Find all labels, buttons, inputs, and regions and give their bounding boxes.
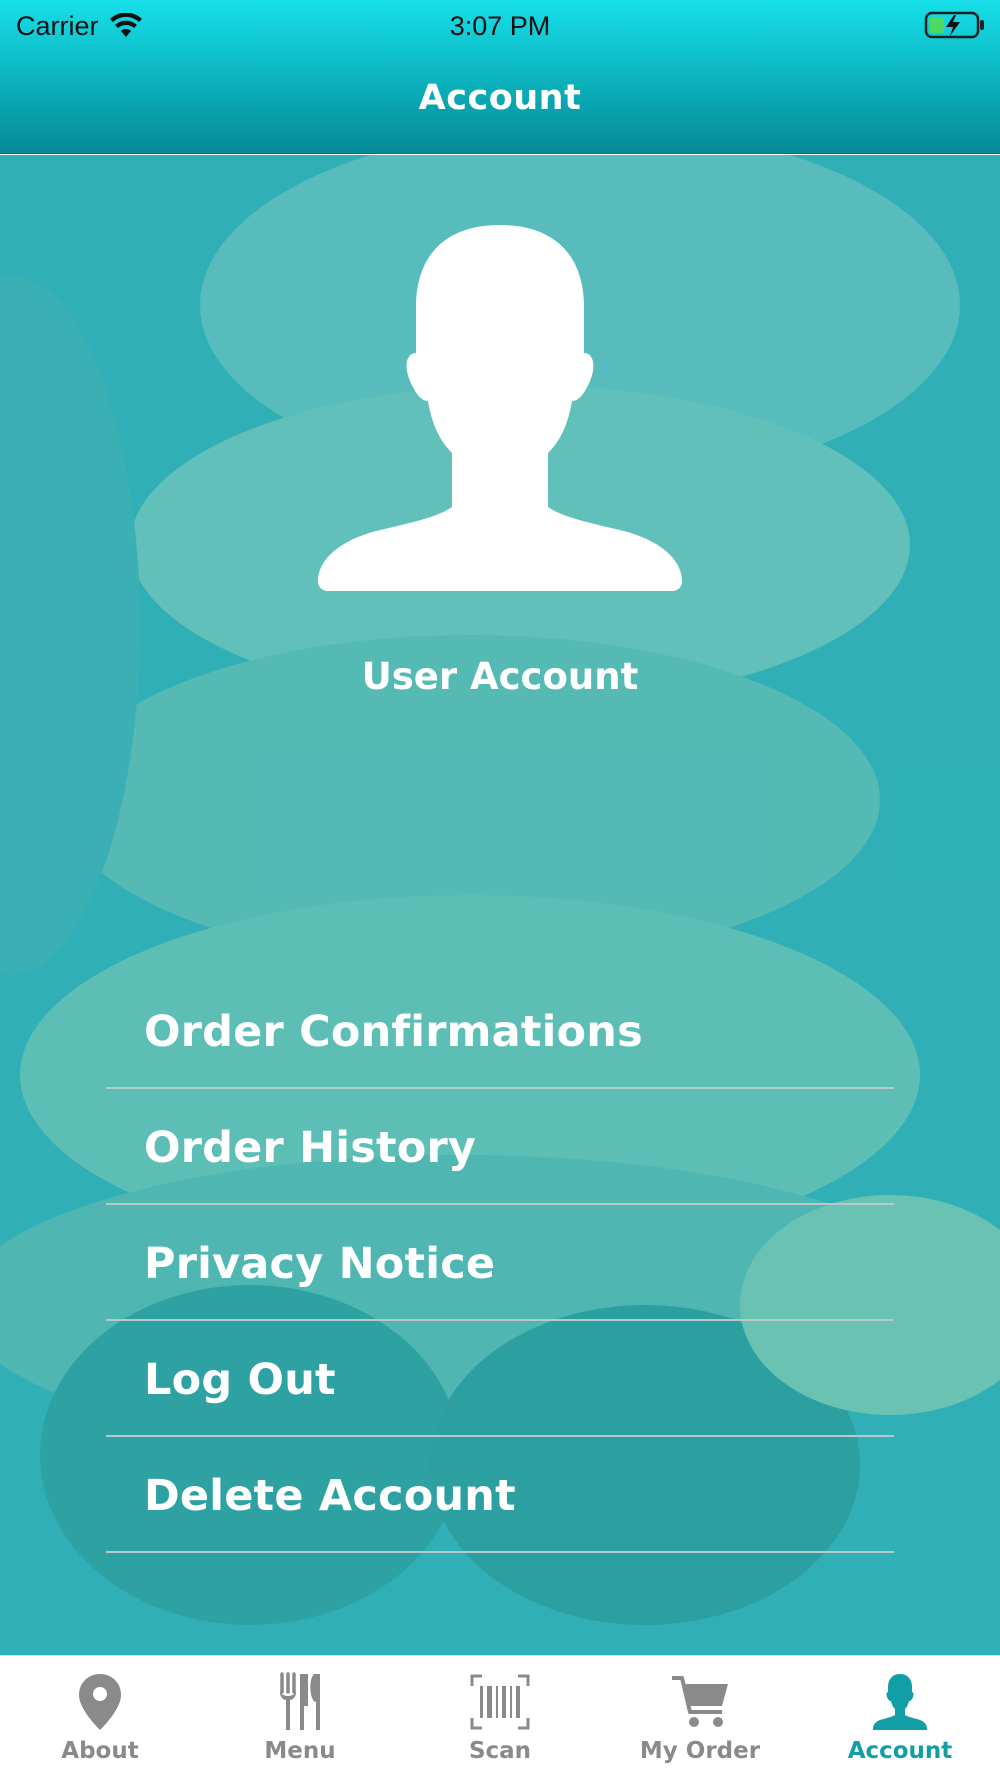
menu-item-label: Order History	[144, 1123, 477, 1173]
menu-item-privacy-notice[interactable]: Privacy Notice	[106, 1205, 894, 1321]
menu-item-log-out[interactable]: Log Out	[106, 1321, 894, 1437]
battery-charging-icon	[924, 11, 984, 39]
status-time: 3:07 PM	[449, 11, 551, 41]
tab-about[interactable]: About	[0, 1656, 200, 1778]
menu-item-label: Privacy Notice	[144, 1239, 496, 1289]
tab-scan[interactable]: Scan	[400, 1656, 600, 1778]
top-bar: Carrier 3:07 PM Account	[0, 0, 1000, 154]
menu-item-delete-account[interactable]: Delete Account	[106, 1437, 894, 1553]
cart-icon	[672, 1676, 728, 1727]
menu-item-label: Delete Account	[144, 1471, 516, 1521]
menu-item-order-confirmations[interactable]: Order Confirmations	[106, 967, 894, 1089]
account-menu: Order Confirmations Order History Privac…	[106, 967, 894, 1553]
user-account-label: User Account	[361, 655, 639, 698]
tab-label: My Order	[639, 1738, 761, 1764]
person-icon	[873, 1674, 927, 1730]
menu-item-label: Log Out	[144, 1355, 336, 1405]
tab-my-order[interactable]: My Order	[600, 1656, 800, 1778]
user-avatar-icon	[318, 225, 682, 591]
tab-label: Account	[847, 1738, 953, 1764]
menu-item-order-history[interactable]: Order History	[106, 1089, 894, 1205]
tab-label: About	[61, 1738, 139, 1764]
tab-label: Menu	[264, 1738, 336, 1764]
location-pin-icon	[79, 1674, 121, 1730]
tab-bar: About Menu Scan My Order Account	[0, 1655, 1000, 1778]
tab-label: Scan	[468, 1738, 532, 1764]
fork-knife-icon	[280, 1672, 320, 1730]
tab-menu[interactable]: Menu	[200, 1656, 400, 1778]
account-content: User Account Order Confirmations Order H…	[0, 155, 1000, 1655]
page-title: Account	[418, 78, 582, 118]
barcode-icon	[470, 1674, 530, 1730]
menu-item-label: Order Confirmations	[144, 1007, 643, 1057]
tab-account[interactable]: Account	[800, 1656, 1000, 1778]
